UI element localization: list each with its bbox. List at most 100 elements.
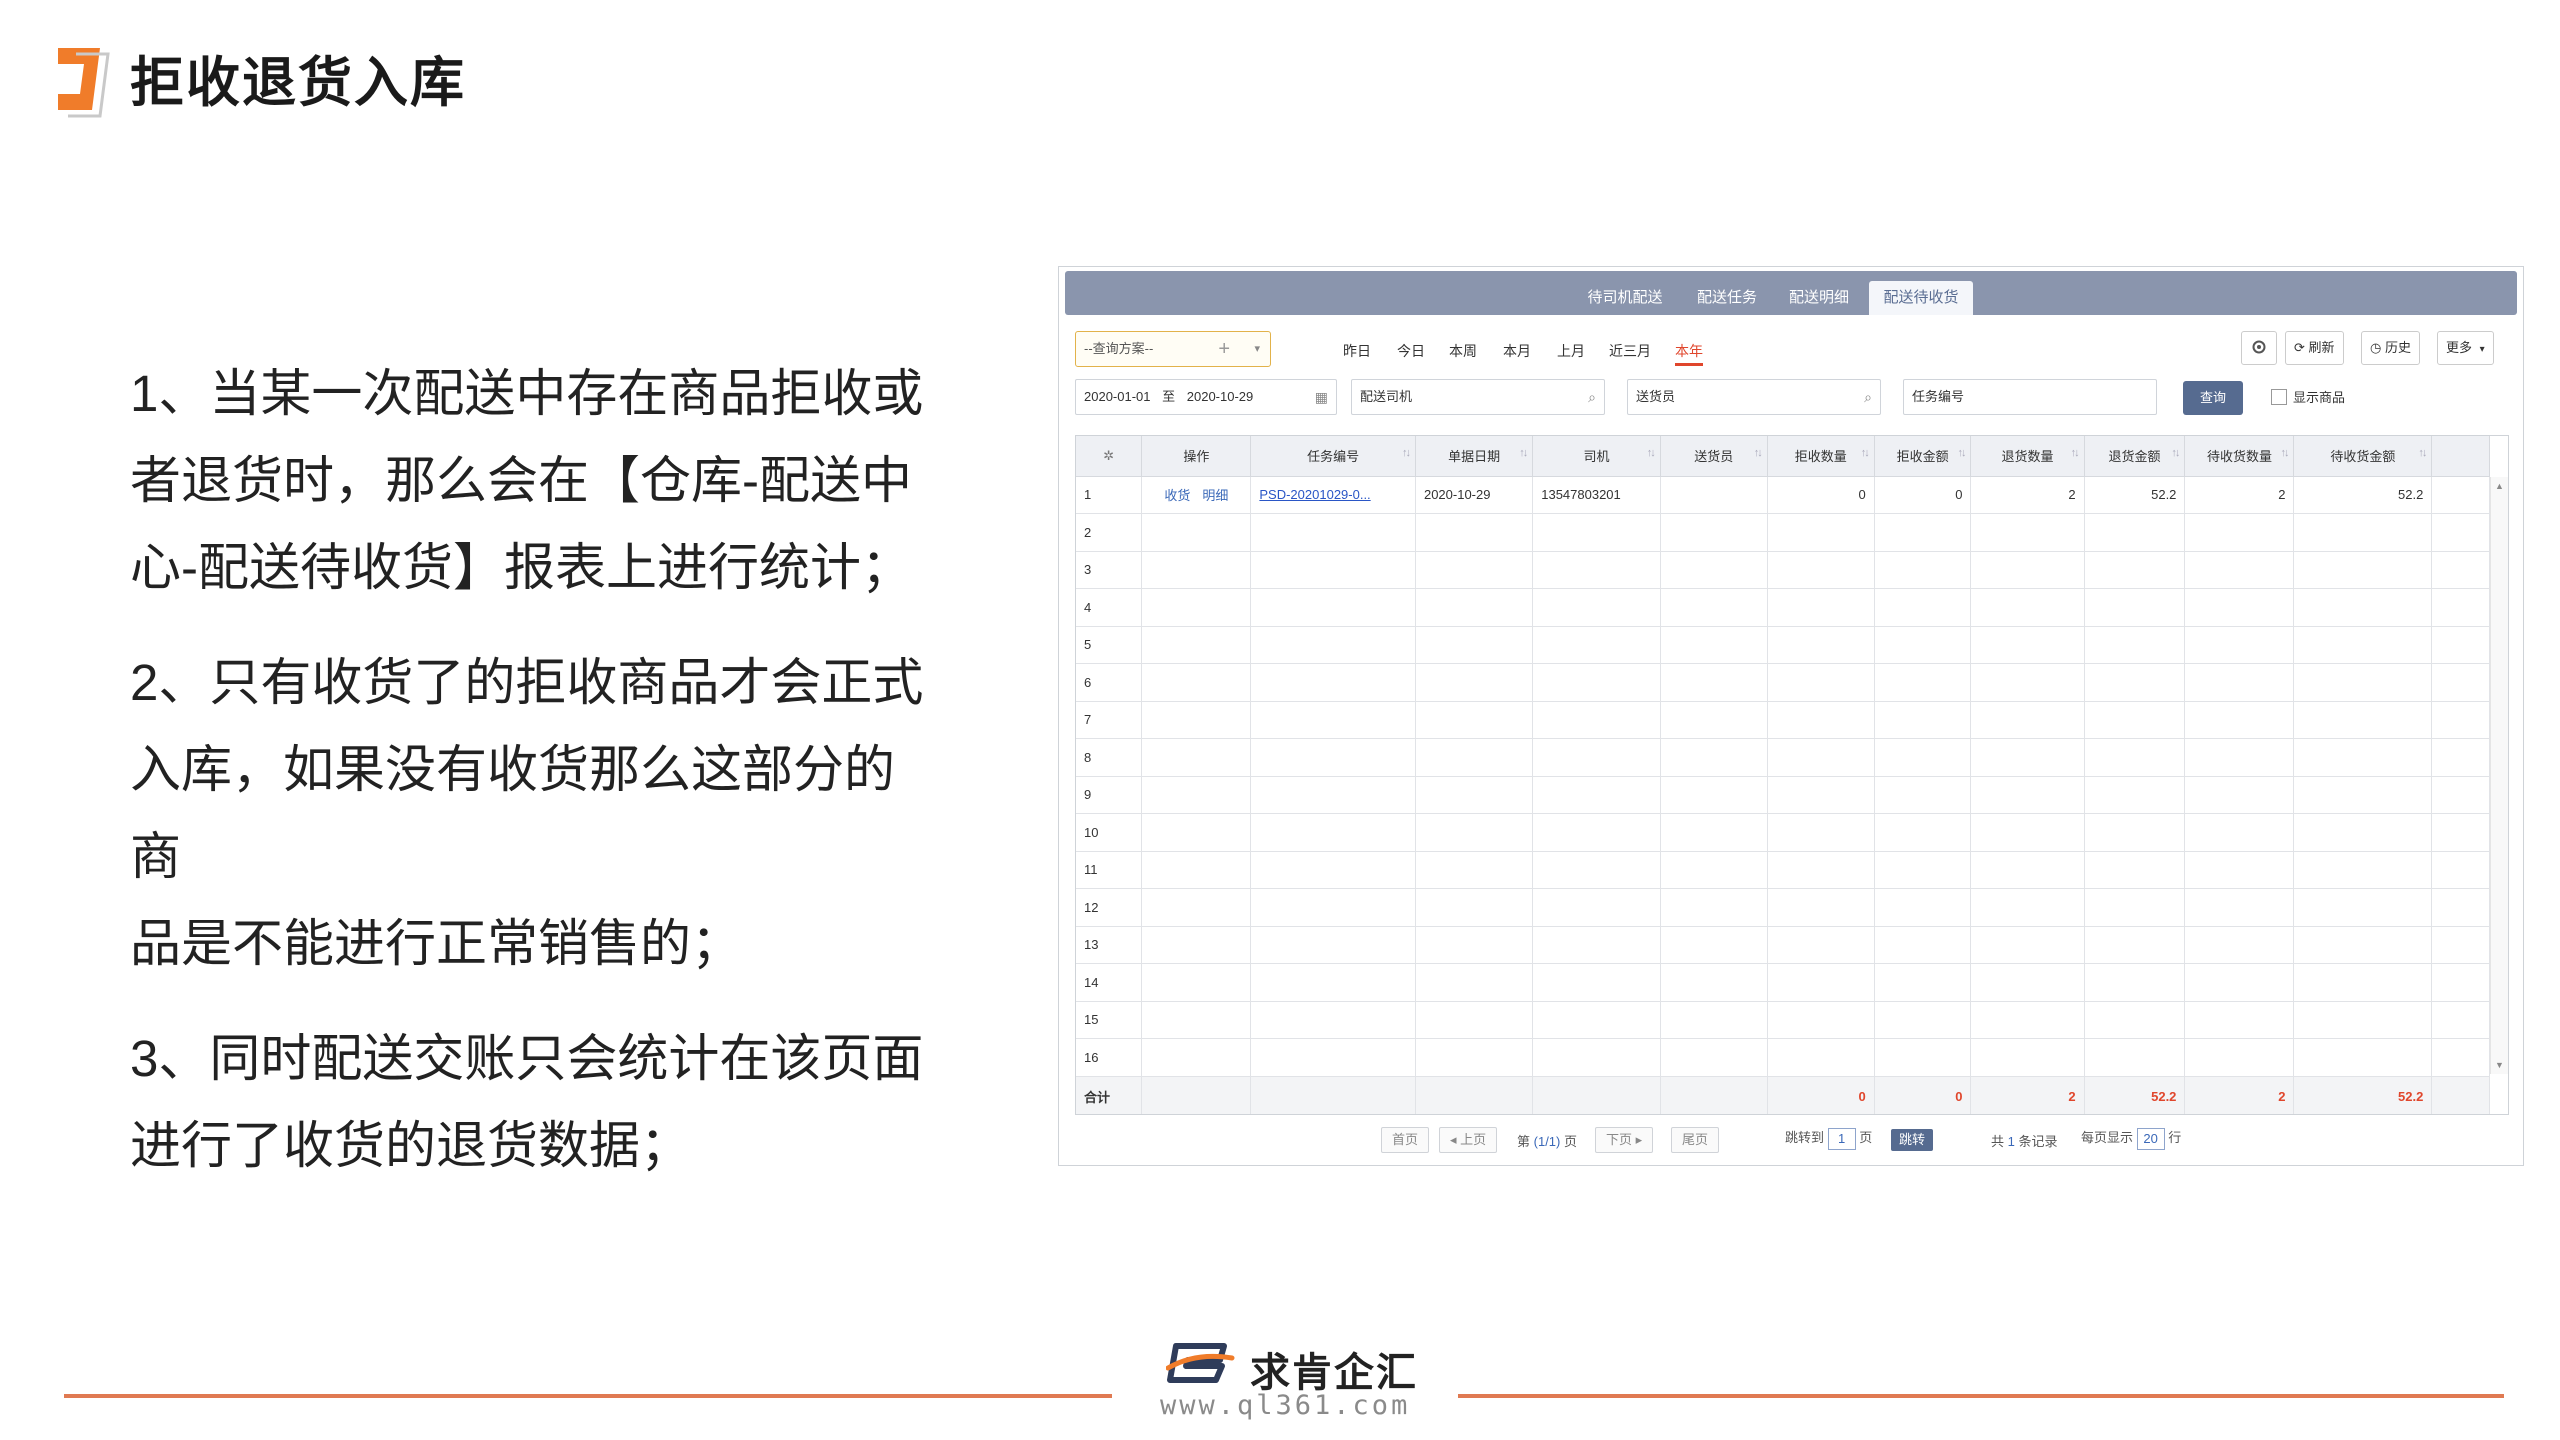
cell-empty <box>1532 588 1661 627</box>
data-grid: ✲ 操作 任务编号 ↑↓ 单据日期 ↑↓ 司机 ↑↓ 送货员 ↑↓ 拒收数量 ↑↓ 拒收金… <box>1075 435 2509 1115</box>
sender-placeholder: 送货员 <box>1636 389 1676 404</box>
next-page-button[interactable]: 下页 ▸ <box>1595 1127 1654 1153</box>
cell-empty <box>2293 738 2433 777</box>
sort-icon[interactable]: ↑↓ <box>1861 447 1870 459</box>
jump-page-input[interactable]: 1 <box>1827 1127 1856 1150</box>
gear-icon[interactable]: ✲ <box>1103 448 1114 463</box>
cell-empty <box>1532 1038 1661 1077</box>
sort-icon[interactable]: ↑↓ <box>1519 447 1528 459</box>
row-index: 5 <box>1076 626 1143 664</box>
query-scheme-select[interactable]: --查询方案-- + ▾ <box>1075 331 1271 367</box>
cell-empty <box>1767 663 1875 702</box>
sort-icon[interactable]: ↑↓ <box>2171 447 2180 459</box>
checkbox-box[interactable] <box>2271 389 2287 405</box>
sort-icon[interactable]: ↑↓ <box>2418 447 2427 459</box>
header-date[interactable]: 单据日期 ↑↓ <box>1415 436 1534 477</box>
search-icon[interactable]: ⌕ <box>1588 380 1596 414</box>
period-last-three-months[interactable]: 近三月 <box>1609 341 1651 361</box>
per-page-input[interactable]: 20 <box>2136 1127 2165 1150</box>
cell-empty <box>1141 926 1252 964</box>
refresh-button[interactable]: ⟳ 刷新 <box>2285 331 2344 365</box>
cell-empty <box>2184 738 2295 777</box>
header-reject-amt[interactable]: 拒收金额 ↑↓ <box>1874 436 1972 477</box>
sort-icon[interactable]: ↑↓ <box>2280 447 2289 459</box>
cell-empty <box>2084 513 2186 552</box>
tab-pending-driver[interactable]: 待司机配送 <box>1575 281 1675 315</box>
sort-icon[interactable]: ↑↓ <box>1754 447 1763 459</box>
cell-empty <box>2431 738 2490 777</box>
cell-empty <box>1970 851 2085 889</box>
cell-empty <box>2184 888 2295 927</box>
driver-input[interactable]: 配送司机 ⌕ <box>1351 379 1605 415</box>
cell-empty <box>2184 513 2295 552</box>
header-return-amt[interactable]: 退货金额 ↑↓ <box>2084 436 2186 477</box>
settings-button[interactable] <box>2241 331 2277 365</box>
period-this-year[interactable]: 本年 <box>1675 341 1703 366</box>
search-icon[interactable]: ⌕ <box>1864 380 1872 414</box>
task-no-link[interactable]: PSD-20201029-0... <box>1250 476 1416 514</box>
cell-empty <box>1415 588 1534 627</box>
receive-link[interactable]: 收货 <box>1164 488 1190 503</box>
cell-empty <box>2293 926 2433 964</box>
calendar-icon[interactable]: ▦ <box>1315 380 1328 414</box>
cell-empty <box>1970 1038 2085 1077</box>
query-button[interactable]: 查询 <box>2183 381 2243 415</box>
tab-pending-receipt[interactable]: 配送待收货 <box>1869 281 1973 315</box>
history-button[interactable]: ◷ 历史 <box>2361 331 2420 365</box>
header-pending-amt[interactable]: 待收货金额 ↑↓ <box>2293 436 2433 477</box>
sort-icon[interactable]: ↑↓ <box>1402 447 1411 459</box>
column-settings-header[interactable]: ✲ <box>1076 436 1143 477</box>
show-goods-checkbox[interactable]: 显示商品 <box>2271 387 2345 406</box>
period-yesterday[interactable]: 昨日 <box>1343 341 1371 361</box>
cell-empty <box>1415 513 1534 552</box>
detail-link[interactable]: 明细 <box>1202 488 1228 503</box>
task-no-input[interactable]: 任务编号 <box>1903 379 2157 415</box>
bullet-line: 品是不能进行正常销售的； <box>130 915 743 972</box>
period-today[interactable]: 今日 <box>1397 341 1425 361</box>
cell-empty <box>1767 551 1875 589</box>
header-task-no[interactable]: 任务编号 ↑↓ <box>1250 436 1416 477</box>
cell-empty <box>1874 926 1972 964</box>
pagination-bar: 首页 ◂ 上页 第 (1/1) 页 下页 ▸ 尾页 跳转到 1 页 跳转 共 1… <box>1059 1123 2525 1159</box>
period-last-month[interactable]: 上月 <box>1557 341 1585 361</box>
header-sender[interactable]: 送货员 ↑↓ <box>1660 436 1768 477</box>
header-reject-qty[interactable]: 拒收数量 ↑↓ <box>1767 436 1875 477</box>
scroll-up-icon[interactable]: ▲ <box>2495 481 2504 491</box>
bullet-line: 1、当某一次配送中存在商品拒收或 <box>130 365 924 422</box>
header-pending-qty[interactable]: 待收货数量 ↑↓ <box>2184 436 2295 477</box>
scroll-down-icon[interactable]: ▼ <box>2495 1060 2504 1070</box>
tab-delivery-task[interactable]: 配送任务 <box>1687 281 1767 315</box>
period-this-month[interactable]: 本月 <box>1503 341 1531 361</box>
cell-empty <box>2084 888 2186 927</box>
last-page-button[interactable]: 尾页 <box>1671 1127 1720 1153</box>
tab-delivery-detail[interactable]: 配送明细 <box>1779 281 1859 315</box>
bullet-line: 2、只有收货了的拒收商品才会正式 <box>130 654 924 711</box>
header-return-qty[interactable]: 退货数量 ↑↓ <box>1970 436 2085 477</box>
sort-icon[interactable]: ↑↓ <box>1647 447 1656 459</box>
cell-empty <box>2293 813 2433 852</box>
more-button[interactable]: 更多 ▾ <box>2437 331 2494 365</box>
vertical-scrollbar[interactable]: ▲ ▼ <box>2490 477 2508 1074</box>
header-driver[interactable]: 司机 ↑↓ <box>1532 436 1661 477</box>
first-page-button[interactable]: 首页 <box>1381 1127 1430 1153</box>
brand-block: 求肯企汇 www.ql361.com <box>1112 1312 1458 1421</box>
chevron-down-icon[interactable]: ▾ <box>1254 332 1260 366</box>
cell-empty <box>1141 513 1252 552</box>
sender-input[interactable]: 送货员 ⌕ <box>1627 379 1881 415</box>
cell-empty <box>1660 738 1768 777</box>
cell-empty <box>1532 513 1661 552</box>
cell-empty <box>2084 926 2186 964</box>
period-this-week[interactable]: 本周 <box>1449 341 1477 361</box>
prev-page-button[interactable]: ◂ 上页 <box>1439 1127 1498 1153</box>
plus-icon[interactable]: + <box>1218 332 1230 366</box>
cell-empty <box>1532 551 1661 589</box>
date-range-input[interactable]: 2020-01-01 至 2020-10-29 ▦ <box>1075 379 1337 415</box>
cell-empty <box>1874 851 1972 889</box>
cell-empty <box>2184 963 2295 1002</box>
jump-button[interactable]: 跳转 <box>1891 1129 1933 1151</box>
cell-empty <box>2431 1001 2490 1039</box>
sort-icon[interactable]: ↑↓ <box>1957 447 1966 459</box>
gear-icon <box>2252 340 2266 354</box>
cell-empty <box>1767 626 1875 664</box>
sort-icon[interactable]: ↑↓ <box>2071 447 2080 459</box>
